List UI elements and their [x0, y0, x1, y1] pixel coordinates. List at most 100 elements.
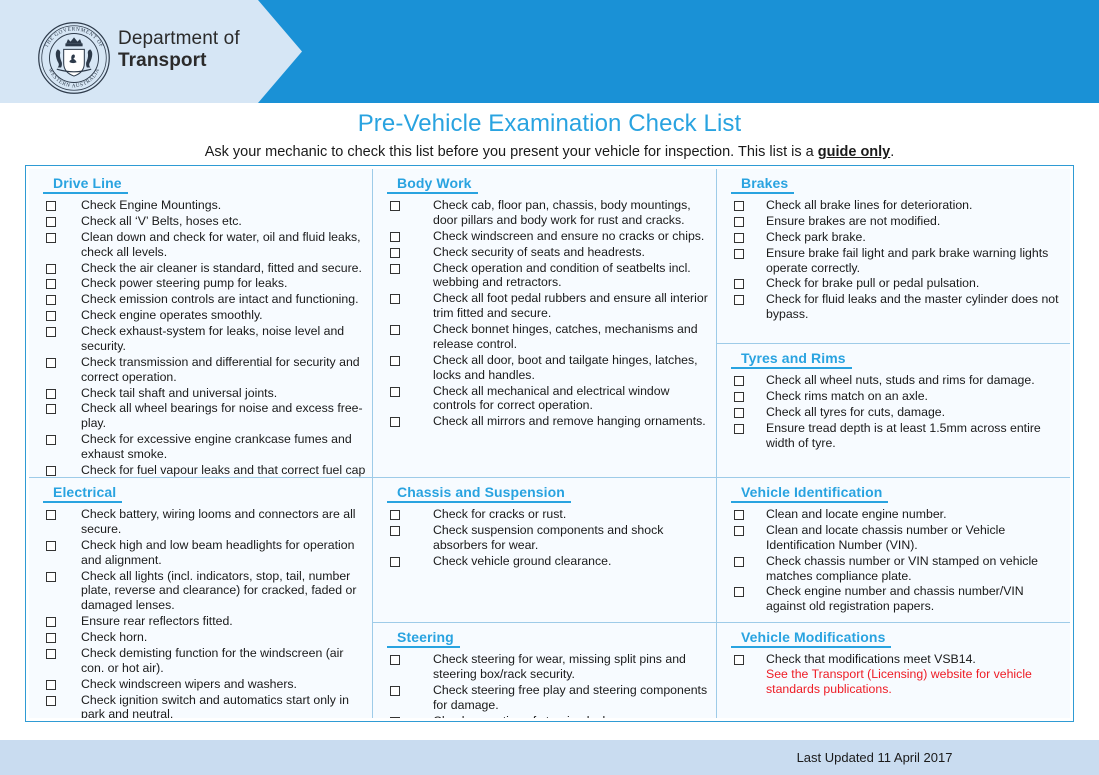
- list-item[interactable]: Check rims match on an axle.: [723, 389, 1064, 404]
- list-item[interactable]: Check ignition switch and automatics sta…: [35, 693, 366, 718]
- list-item[interactable]: Check all mirrors and remove hanging orn…: [379, 414, 710, 429]
- list-item[interactable]: Check all mechanical and electrical wind…: [379, 384, 710, 414]
- checkbox-icon[interactable]: [734, 295, 744, 306]
- checkbox-icon[interactable]: [46, 311, 56, 322]
- checkbox-icon[interactable]: [46, 327, 56, 337]
- list-item[interactable]: Check battery, wiring looms and connecto…: [35, 507, 366, 537]
- list-item[interactable]: Check all brake lines for deterioration.: [723, 198, 1064, 213]
- list-item[interactable]: Check steering for wear, missing split p…: [379, 652, 710, 682]
- list-item[interactable]: Check windscreen and ensure no cracks or…: [379, 229, 710, 244]
- list-item[interactable]: Check for brake pull or pedal pulsation.: [723, 276, 1064, 291]
- list-item[interactable]: Check operation of steering lock.: [379, 714, 710, 718]
- list-item[interactable]: Clean down and check for water, oil and …: [35, 230, 366, 260]
- list-item[interactable]: Clean and locate engine number.: [723, 507, 1064, 522]
- list-item[interactable]: Check windscreen wipers and washers.: [35, 677, 366, 692]
- checkbox-icon[interactable]: [46, 404, 56, 415]
- checkbox-icon[interactable]: [390, 417, 400, 428]
- checkbox-icon[interactable]: [734, 201, 744, 211]
- list-item[interactable]: Check horn.: [35, 630, 366, 645]
- list-item[interactable]: Check the air cleaner is standard, fitte…: [35, 261, 366, 276]
- checkbox-icon[interactable]: [734, 655, 744, 665]
- checkbox-icon[interactable]: [46, 648, 56, 659]
- checkbox-icon[interactable]: [46, 633, 56, 643]
- checkbox-icon[interactable]: [390, 525, 400, 536]
- list-item[interactable]: Check all lights (incl. indicators, stop…: [35, 569, 366, 614]
- list-item[interactable]: Check demisting function for the windscr…: [35, 646, 366, 676]
- checkbox-icon[interactable]: [46, 435, 56, 446]
- list-item[interactable]: Check cab, floor pan, chassis, body moun…: [379, 198, 710, 228]
- checkbox-icon[interactable]: [390, 325, 400, 335]
- list-item[interactable]: Check all tyres for cuts, damage.: [723, 405, 1064, 420]
- list-item[interactable]: Check park brake.: [723, 230, 1064, 245]
- checkbox-icon[interactable]: [390, 685, 400, 696]
- checkbox-icon[interactable]: [46, 295, 56, 306]
- checkbox-icon[interactable]: [390, 231, 400, 242]
- list-item[interactable]: Check suspension components and shock ab…: [379, 523, 710, 553]
- checkbox-icon[interactable]: [46, 540, 56, 551]
- list-item[interactable]: Check that modifications meet VSB14. See…: [723, 652, 1064, 697]
- checkbox-icon[interactable]: [390, 263, 400, 274]
- checkbox-icon[interactable]: [46, 617, 56, 628]
- checkbox-icon[interactable]: [46, 201, 56, 211]
- checkbox-icon[interactable]: [390, 386, 400, 397]
- checkbox-icon[interactable]: [390, 556, 400, 567]
- list-item[interactable]: Check all ‘V’ Belts, hoses etc.: [35, 214, 366, 229]
- list-item[interactable]: Check all foot pedal rubbers and ensure …: [379, 291, 710, 321]
- list-item[interactable]: Check chassis number or VIN stamped on v…: [723, 554, 1064, 584]
- checkbox-icon[interactable]: [46, 263, 56, 274]
- list-item[interactable]: Check security of seats and headrests.: [379, 245, 710, 260]
- list-item[interactable]: Check for fuel vapour leaks and that cor…: [35, 463, 366, 477]
- list-item[interactable]: Check engine operates smoothly.: [35, 308, 366, 323]
- list-item[interactable]: Check tail shaft and universal joints.: [35, 386, 366, 401]
- checkbox-icon[interactable]: [46, 695, 56, 706]
- checkbox-icon[interactable]: [46, 232, 56, 243]
- list-item[interactable]: Ensure brakes are not modified.: [723, 214, 1064, 229]
- list-item[interactable]: Check exhaust-system for leaks, noise le…: [35, 324, 366, 354]
- checkbox-icon[interactable]: [734, 556, 744, 567]
- checkbox-icon[interactable]: [46, 216, 56, 227]
- checkbox-icon[interactable]: [46, 388, 56, 399]
- list-item[interactable]: Ensure tread depth is at least 1.5mm acr…: [723, 421, 1064, 451]
- checkbox-icon[interactable]: [734, 376, 744, 386]
- checkbox-icon[interactable]: [734, 232, 744, 243]
- list-item[interactable]: Check engine number and chassis number/V…: [723, 584, 1064, 614]
- checkbox-icon[interactable]: [46, 679, 56, 690]
- checkbox-icon[interactable]: [46, 357, 56, 368]
- checkbox-icon[interactable]: [734, 407, 744, 418]
- list-item[interactable]: Check emission controls are intact and f…: [35, 292, 366, 307]
- list-item[interactable]: Check transmission and differential for …: [35, 355, 366, 385]
- list-item[interactable]: Check power steering pump for leaks.: [35, 276, 366, 291]
- list-item[interactable]: Check all wheel bearings for noise and e…: [35, 401, 366, 431]
- list-item[interactable]: Check bonnet hinges, catches, mechanisms…: [379, 322, 710, 352]
- checkbox-icon[interactable]: [734, 423, 744, 434]
- checkbox-icon[interactable]: [734, 525, 744, 536]
- checkbox-icon[interactable]: [390, 201, 400, 211]
- checkbox-icon[interactable]: [390, 510, 400, 520]
- list-item[interactable]: Check all door, boot and tailgate hinges…: [379, 353, 710, 383]
- item-note-link[interactable]: See the Transport (Licensing) website fo…: [766, 667, 1064, 697]
- checkbox-icon[interactable]: [390, 247, 400, 258]
- checkbox-icon[interactable]: [734, 216, 744, 227]
- checkbox-icon[interactable]: [46, 279, 56, 290]
- list-item[interactable]: Check high and low beam headlights for o…: [35, 538, 366, 568]
- checkbox-icon[interactable]: [734, 587, 744, 598]
- list-item[interactable]: Check Engine Mountings.: [35, 198, 366, 213]
- list-item[interactable]: Check for cracks or rust.: [379, 507, 710, 522]
- checkbox-icon[interactable]: [390, 294, 400, 305]
- checkbox-icon[interactable]: [390, 355, 400, 366]
- list-item[interactable]: Check steering free play and steering co…: [379, 683, 710, 713]
- checkbox-icon[interactable]: [390, 716, 400, 718]
- list-item[interactable]: Check all wheel nuts, studs and rims for…: [723, 373, 1064, 388]
- checkbox-icon[interactable]: [46, 571, 56, 582]
- checkbox-icon[interactable]: [46, 510, 56, 520]
- checkbox-icon[interactable]: [46, 465, 56, 476]
- checkbox-icon[interactable]: [734, 248, 744, 259]
- list-item[interactable]: Check vehicle ground clearance.: [379, 554, 710, 569]
- checkbox-icon[interactable]: [734, 510, 744, 520]
- checkbox-icon[interactable]: [390, 655, 400, 665]
- list-item[interactable]: Check for fluid leaks and the master cyl…: [723, 292, 1064, 322]
- list-item[interactable]: Clean and locate chassis number or Vehic…: [723, 523, 1064, 553]
- list-item[interactable]: Check for excessive engine crankcase fum…: [35, 432, 366, 462]
- checkbox-icon[interactable]: [734, 279, 744, 290]
- list-item[interactable]: Check operation and condition of seatbel…: [379, 261, 710, 291]
